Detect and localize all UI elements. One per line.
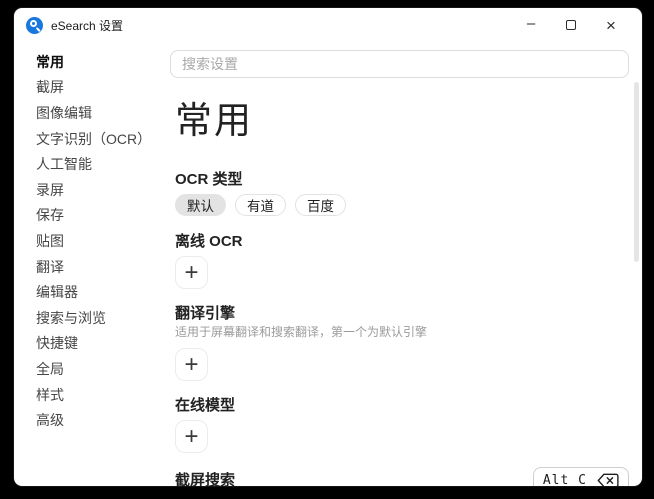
magnifier-lens	[30, 20, 37, 27]
add-online-model-button[interactable]: +	[175, 420, 208, 453]
section-ocr-type: OCR 类型 默认 有道 百度	[175, 170, 629, 216]
sidebar-item-advanced[interactable]: 高级	[36, 407, 170, 433]
add-offline-ocr-button[interactable]: +	[175, 256, 208, 289]
settings-sidebar: 常用 截屏 图像编辑 文字识别（OCR） 人工智能 录屏 保存 贴图 翻译 编辑…	[14, 42, 170, 486]
hotkey-value: Alt C	[543, 473, 587, 486]
section-description: 适用于屏幕翻译和搜索翻译，第一个为默认引擎	[175, 325, 629, 340]
sidebar-item-translate[interactable]: 翻译	[36, 254, 170, 280]
settings-window: eSearch 设置 – × 常用 截屏 图像编辑 文字识别（OCR） 人工智能…	[14, 8, 642, 486]
section-offline-ocr: 离线 OCR +	[175, 232, 629, 289]
close-button[interactable]: ×	[596, 12, 626, 38]
ocr-type-option-youdao[interactable]: 有道	[235, 194, 286, 216]
sidebar-item-hotkeys[interactable]: 快捷键	[36, 331, 170, 357]
sidebar-item-ocr[interactable]: 文字识别（OCR）	[36, 126, 170, 152]
maximize-button[interactable]	[556, 12, 586, 38]
minimize-button[interactable]: –	[516, 12, 546, 38]
sidebar-item-pin-image[interactable]: 贴图	[36, 228, 170, 254]
window-controls: – ×	[506, 12, 626, 38]
hotkey-input[interactable]: Alt C	[533, 467, 629, 486]
titlebar: eSearch 设置 – ×	[14, 8, 642, 42]
plus-icon: +	[184, 353, 198, 377]
section-screenshot-search: 截屏搜索 Alt C	[175, 467, 629, 486]
window-title: eSearch 设置	[51, 17, 123, 34]
maximize-icon	[566, 20, 576, 30]
section-title: 离线 OCR	[175, 232, 629, 252]
page-title: 常用	[175, 98, 629, 144]
plus-icon: +	[184, 261, 198, 285]
section-title: OCR 类型	[175, 170, 629, 190]
ocr-type-options: 默认 有道 百度	[175, 194, 629, 216]
ocr-type-option-baidu[interactable]: 百度	[295, 194, 346, 216]
section-translate-engine: 翻译引擎 适用于屏幕翻译和搜索翻译，第一个为默认引擎 +	[175, 304, 629, 381]
sidebar-item-search-browse[interactable]: 搜索与浏览	[36, 305, 170, 331]
sidebar-item-screen-record[interactable]: 录屏	[36, 177, 170, 203]
sidebar-item-screenshot[interactable]: 截屏	[36, 75, 170, 101]
sidebar-item-image-edit[interactable]: 图像编辑	[36, 100, 170, 126]
close-icon: ×	[606, 17, 616, 34]
scrollbar[interactable]	[634, 82, 639, 262]
add-translate-engine-button[interactable]: +	[175, 348, 208, 381]
sidebar-item-general[interactable]: 常用	[36, 49, 170, 75]
backspace-icon[interactable]	[597, 473, 619, 486]
section-title: 截屏搜索	[175, 471, 235, 487]
esearch-logo-icon	[26, 17, 43, 34]
minimize-icon: –	[527, 16, 535, 31]
sidebar-item-editor[interactable]: 编辑器	[36, 279, 170, 305]
plus-icon: +	[184, 425, 198, 449]
search-input[interactable]	[170, 50, 629, 78]
section-online-model: 在线模型 +	[175, 396, 629, 453]
section-title: 翻译引擎	[175, 304, 629, 324]
settings-main: 常用 OCR 类型 默认 有道 百度 离线 OCR + 翻译引擎 适用于屏幕翻译…	[170, 42, 642, 486]
sidebar-item-style[interactable]: 样式	[36, 382, 170, 408]
section-title: 在线模型	[175, 396, 629, 416]
ocr-type-option-default[interactable]: 默认	[175, 194, 226, 216]
sidebar-item-save[interactable]: 保存	[36, 203, 170, 229]
sidebar-item-global[interactable]: 全局	[36, 356, 170, 382]
sidebar-item-ai[interactable]: 人工智能	[36, 151, 170, 177]
magnifier-handle	[35, 26, 40, 31]
